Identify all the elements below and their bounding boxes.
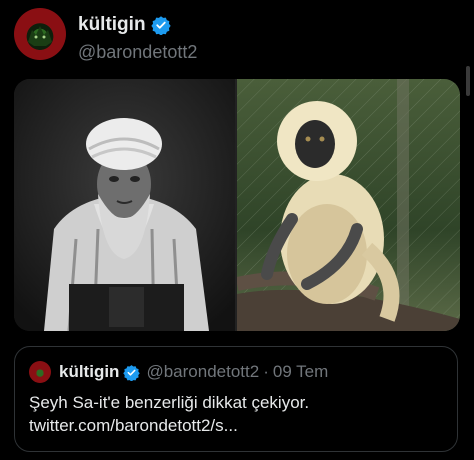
- quoted-tweet-date[interactable]: 09 Tem: [273, 362, 328, 382]
- author-display-name[interactable]: kültigin: [78, 14, 146, 36]
- verified-badge-icon: [123, 364, 141, 381]
- quoted-author-display-name[interactable]: kültigin: [59, 362, 119, 382]
- photo-old-man-turban[interactable]: [14, 79, 235, 331]
- author-handle[interactable]: @barondetott2: [78, 42, 197, 63]
- verified-badge-icon: [150, 16, 171, 35]
- tweet-header: kültigin @barondetott2: [14, 8, 460, 64]
- quoted-author-handle[interactable]: @barondetott2: [146, 362, 259, 382]
- separator-dot: ·: [263, 362, 269, 381]
- scrollbar[interactable]: [466, 66, 470, 96]
- photo-monkey-langur[interactable]: [237, 79, 460, 331]
- tweet-media[interactable]: [14, 79, 460, 331]
- author-name-row: kültigin: [78, 14, 171, 36]
- quoted-tweet-card[interactable]: kültigin @barondetott2 · 09 Tem Şeyh Sa-…: [14, 346, 458, 452]
- wolf-logo-icon: [28, 26, 52, 46]
- quoted-tweet-text: Şeyh Sa-it'e benzerliği dikkat çekiyor. …: [29, 393, 310, 435]
- author-avatar[interactable]: [14, 8, 66, 60]
- quoted-author-avatar[interactable]: [29, 361, 51, 383]
- quoted-author-row: kültigin @barondetott2 · 09 Tem: [59, 362, 328, 382]
